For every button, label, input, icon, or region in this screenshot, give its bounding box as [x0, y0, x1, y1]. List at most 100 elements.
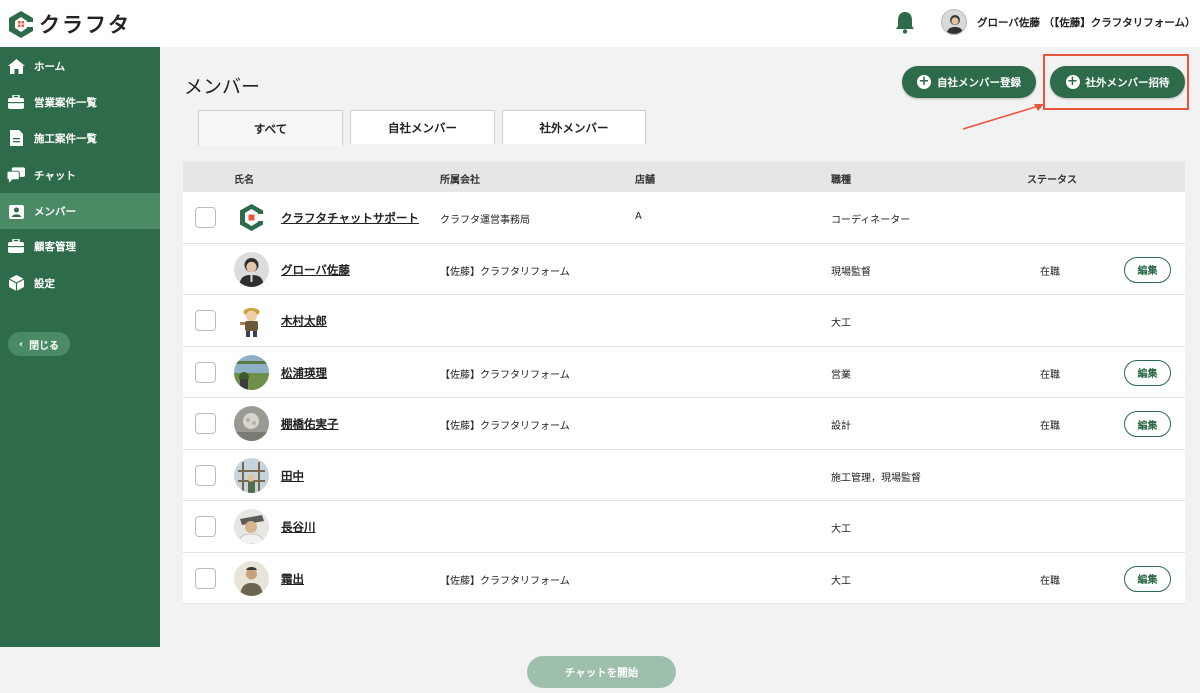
table-row: 田中 施工管理，現場監督 [183, 450, 1185, 501]
row-checkbox[interactable] [195, 464, 216, 486]
app-logo[interactable]: クラフタ [8, 9, 131, 39]
member-job: 施工管理，現場監督 [831, 472, 921, 484]
edit-button[interactable]: 編集 [1124, 256, 1171, 283]
member-status: 在職 [1040, 266, 1060, 278]
member-avatar [234, 354, 269, 390]
sidebar-item-construction-projects[interactable]: 施工案件一覧 [0, 120, 160, 156]
member-name-link[interactable]: 松浦瑛理 [281, 365, 327, 381]
member-status: 在職 [1040, 575, 1060, 587]
bell-icon[interactable] [894, 10, 916, 34]
edit-button[interactable]: 編集 [1124, 565, 1171, 592]
briefcase-icon [7, 93, 25, 111]
sidebar-item-home[interactable]: ホーム [0, 48, 160, 84]
plus-circle-icon: + [917, 74, 931, 89]
sidebar-item-chat[interactable]: チャット [0, 157, 160, 193]
member-name-link[interactable]: 霜出 [281, 571, 304, 587]
sidebar-item-label: 顧客管理 [34, 240, 76, 253]
carpenter-illustration-icon [234, 303, 269, 338]
annotation-highlight-box [1043, 54, 1189, 110]
member-icon [7, 202, 25, 220]
member-job: 大工 [831, 575, 851, 587]
photo-avatar-icon [234, 406, 269, 441]
member-status: 在職 [1040, 421, 1060, 432]
column-header-store: 店舗 [635, 175, 655, 186]
sidebar-item-settings[interactable]: 設定 [0, 265, 160, 301]
photo-avatar-icon [234, 354, 269, 390]
person-avatar-icon [234, 251, 269, 287]
table-row: 棚橋佑実子 【佐藤】クラフタリフォーム 設計 在職 編集 [183, 398, 1185, 450]
row-checkbox[interactable] [195, 310, 216, 331]
document-icon [7, 129, 25, 147]
member-store: A [635, 211, 642, 222]
chat-icon [7, 166, 25, 184]
member-avatar [234, 406, 269, 441]
member-name-link[interactable]: グローバ佐藤 [281, 262, 350, 278]
sidebar-item-members[interactable]: メンバー [0, 193, 160, 229]
table-header: 氏名 所属会社 店舗 職種 ステータス [183, 162, 1185, 192]
sidebar-item-sales-projects[interactable]: 営業案件一覧 [0, 84, 160, 120]
column-header-job: 職種 [831, 175, 851, 186]
member-name-link[interactable]: 木村太郎 [281, 313, 327, 329]
cube-icon [7, 274, 25, 292]
sidebar-item-label: 営業案件一覧 [34, 96, 97, 109]
member-name-link[interactable]: 棚橋佑実子 [281, 416, 339, 432]
member-company: 【佐藤】クラフタリフォーム [440, 575, 570, 587]
page-title: メンバー [184, 76, 261, 98]
tab-external-members[interactable]: 社外メンバー [502, 110, 646, 144]
close-button-label: 閉じる [29, 340, 60, 352]
member-table: 氏名 所属会社 店舗 職種 ステータス クラフタチャットサポート クラフタ運営事… [183, 162, 1185, 604]
row-checkbox[interactable] [195, 413, 216, 434]
member-name-link[interactable]: 田中 [281, 468, 304, 484]
support-logo-avatar [234, 200, 269, 235]
register-own-member-label: 自社メンバー登録 [937, 76, 1021, 89]
sidebar-close-button[interactable]: ‹ 閉じる [8, 332, 70, 356]
row-checkbox[interactable] [195, 207, 216, 228]
sidebar-item-label: 設定 [34, 277, 55, 290]
sidebar-item-label: 施工案件一覧 [34, 132, 97, 145]
column-header-name: 氏名 [234, 175, 254, 186]
table-row: クラフタチャットサポート クラフタ運営事務局 A コーディネーター [183, 192, 1185, 244]
member-job: 設計 [831, 421, 851, 432]
user-name[interactable]: グローバ佐藤 （【佐藤】クラフタリフォーム） [977, 15, 1196, 30]
table-row: 長谷川 大工 [183, 501, 1185, 553]
member-job: 大工 [831, 524, 851, 535]
member-company: 【佐藤】クラフタリフォーム [440, 421, 570, 432]
column-header-company: 所属会社 [440, 175, 480, 186]
logo-text: クラフタ [39, 13, 131, 37]
edit-button[interactable]: 編集 [1124, 359, 1171, 386]
photo-avatar-icon [234, 457, 269, 493]
member-avatar [234, 509, 269, 544]
member-company: クラフタ運営事務局 [440, 215, 530, 226]
annotation-arrow-icon [962, 104, 1044, 130]
tab-own-members[interactable]: 自社メンバー [350, 110, 495, 144]
member-name-link[interactable]: 長谷川 [281, 519, 316, 535]
person-avatar-icon [942, 10, 966, 34]
tab-all[interactable]: すべて [198, 110, 343, 146]
user-avatar[interactable] [941, 9, 967, 35]
member-avatar [234, 560, 269, 596]
logo-mark-icon [9, 11, 33, 38]
member-avatar [234, 251, 269, 287]
row-checkbox[interactable] [195, 516, 216, 537]
member-status: 在職 [1040, 369, 1060, 381]
sidebar-item-label: メンバー [34, 205, 76, 218]
sidebar-item-label: チャット [34, 169, 76, 182]
table-row: 木村太郎 大工 [183, 295, 1185, 347]
member-job: 現場監督 [831, 266, 871, 278]
table-row: 松浦瑛理 【佐藤】クラフタリフォーム 営業 在職 編集 [183, 347, 1185, 398]
row-checkbox[interactable] [195, 361, 216, 383]
member-job: 営業 [831, 369, 851, 381]
member-job: コーディネーター [831, 215, 911, 226]
table-row: 霜出 【佐藤】クラフタリフォーム 大工 在職 編集 [183, 553, 1185, 604]
register-own-member-button[interactable]: + 自社メンバー登録 [902, 66, 1036, 98]
start-chat-button[interactable]: チャットを開始 [527, 656, 676, 688]
sidebar-item-customers[interactable]: 顧客管理 [0, 228, 160, 264]
photo-avatar-icon [234, 560, 269, 596]
briefcase-icon [7, 237, 25, 255]
member-company: 【佐藤】クラフタリフォーム [440, 369, 570, 381]
edit-button[interactable]: 編集 [1124, 411, 1171, 437]
member-avatar [234, 457, 269, 493]
table-row: グローバ佐藤 【佐藤】クラフタリフォーム 現場監督 在職 編集 [183, 244, 1185, 295]
row-checkbox[interactable] [195, 567, 216, 589]
member-name-link[interactable]: クラフタチャットサポート [281, 210, 419, 226]
